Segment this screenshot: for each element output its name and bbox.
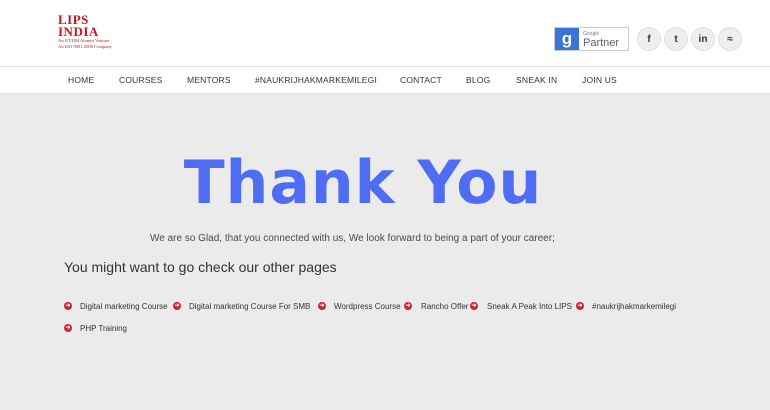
logo-subtitle-line2: An ISO 9001:2008 Company [58,43,112,49]
rss-icon[interactable]: ≈ [718,27,742,51]
google-partner-text: Google Partner [579,30,620,49]
nav-home[interactable]: HOME [68,75,94,85]
nav-naukrijhakmarkemilegi[interactable]: #NAUKRIJHAKMARKEMILEGI [255,75,377,85]
link-rancho-offer[interactable]: Rancho Offer [421,302,468,311]
google-g-icon: g [555,28,579,50]
lips-india-logo[interactable]: LIPS INDIA An IIT/IIM Alumni Venture An … [58,13,122,60]
other-pages-heading: You might want to go check our other pag… [64,259,337,275]
twitter-icon[interactable]: t [664,27,688,51]
arrow-right-icon: ➜ [470,302,478,310]
link-digital-marketing-course-smb[interactable]: Digital marketing Course For SMB [189,302,310,311]
link-digital-marketing-course[interactable]: Digital marketing Course [80,302,168,311]
arrow-right-icon: ➜ [64,324,72,332]
nav-sneak-in[interactable]: SNEAK IN [516,75,557,85]
thank-you-heading: Thank You [183,148,543,218]
main-nav: HOME COURSES MENTORS #NAUKRIJHAKMARKEMIL… [0,66,770,94]
arrow-right-icon: ➜ [318,302,326,310]
site-header: LIPS INDIA An IIT/IIM Alumni Venture An … [0,0,770,66]
nav-contact[interactable]: CONTACT [400,75,442,85]
nav-blog[interactable]: BLOG [466,75,490,85]
arrow-right-icon: ➜ [576,302,584,310]
google-partner-badge[interactable]: g Google Partner [554,27,629,51]
nav-join-us[interactable]: JOIN US [582,75,617,85]
arrow-right-icon: ➜ [404,302,412,310]
linkedin-icon[interactable]: in [691,27,715,51]
partner-label: Partner [583,37,620,49]
nav-mentors[interactable]: MENTORS [187,75,231,85]
arrow-right-icon: ➜ [64,302,72,310]
logo-title-line2: INDIA [58,24,99,39]
link-naukrijhakmarkemilegi[interactable]: #naukrijhakmarkemilegi [592,302,676,311]
nav-courses[interactable]: COURSES [119,75,162,85]
link-wordpress-course[interactable]: Wordpress Course [334,302,401,311]
facebook-icon[interactable]: f [637,27,661,51]
connected-message: We are so Glad, that you connected with … [150,233,555,244]
arrow-right-icon: ➜ [173,302,181,310]
link-sneak-a-peak[interactable]: Sneak A Peak Into LIPS [487,302,572,311]
link-php-training[interactable]: PHP Training [80,324,127,333]
